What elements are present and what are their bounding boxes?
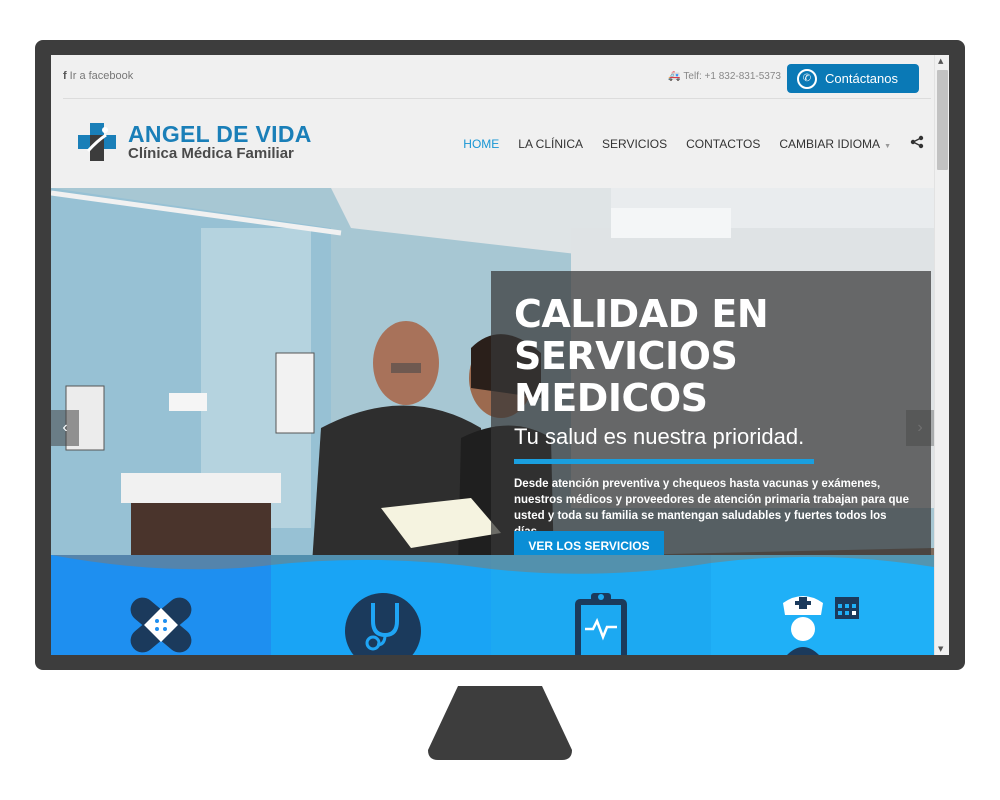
web-page: f Ir a facebook 🚑 Telf: +1 832-831-5373 … [51,55,934,655]
contact-button-label: Contáctanos [825,71,898,86]
nav-cambiar-idioma-label: CAMBIAR IDIOMA [779,136,881,151]
nav-home[interactable]: HOME [463,137,499,151]
phone-icon: ✆ [797,68,817,89]
main-nav: HOME LA CLÍNICA SERVICIOS CONTACTOS CAMB… [463,135,924,152]
nav-servicios[interactable]: SERVICIOS [602,137,667,151]
site-header: ANGEL DE VIDA Clínica Médica Familiar HO… [51,100,934,188]
ambulance-icon: 🚑 [667,71,681,82]
share-icon[interactable] [910,135,924,152]
hero-slider: ‹ › CALIDAD EN SERVICIOS MEDICOS Tu salu… [51,188,934,655]
nav-contactos[interactable]: CONTACTOS [686,137,760,151]
nav-la-clinica[interactable]: LA CLÍNICA [518,137,583,151]
facebook-link[interactable]: f Ir a facebook [63,70,133,82]
scrollbar-thumb[interactable] [937,70,948,170]
nav-cambiar-idioma[interactable]: CAMBIAR IDIOMA ▼ [779,137,891,151]
facebook-icon: f [63,70,67,82]
chevron-left-icon: ‹ [62,419,68,436]
feature-strip [51,555,934,655]
scroll-down-icon[interactable]: ▼ [938,645,943,653]
logo-subtitle: Clínica Médica Familiar [128,144,294,162]
scroll-up-icon[interactable]: ▲ [938,57,943,65]
logo-title: ANGEL DE VIDA [128,120,312,147]
top-bar: f Ir a facebook 🚑 Telf: +1 832-831-5373 … [63,55,931,99]
phone-number: Telf: +1 832-831-5373 [683,71,781,82]
slider-prev-arrow[interactable]: ‹ [51,410,79,446]
site-logo[interactable]: ANGEL DE VIDA Clínica Médica Familiar [76,121,312,163]
medical-cross-logo-icon [76,121,118,163]
hero-title: CALIDAD EN SERVICIOS MEDICOS [514,292,769,420]
page-scrollbar[interactable]: ▲ ▼ [934,55,949,655]
stethoscope-icon [343,591,423,655]
clipboard-icon [573,589,629,655]
hero-divider [514,459,814,464]
contact-button[interactable]: ✆ Contáctanos [787,64,919,93]
facebook-label: Ir a facebook [69,70,134,82]
hero-caption: CALIDAD EN SERVICIOS MEDICOS Tu salud es… [491,271,931,571]
caret-down-icon: ▼ [884,142,891,150]
bandage-icon [121,587,201,655]
nurse-calendar-icon [783,593,863,655]
browser-screen: f Ir a facebook 🚑 Telf: +1 832-831-5373 … [51,55,949,655]
hero-subtitle: Tu salud es nuestra prioridad. [514,424,805,449]
phone-info: 🚑 Telf: +1 832-831-5373 [668,71,781,82]
